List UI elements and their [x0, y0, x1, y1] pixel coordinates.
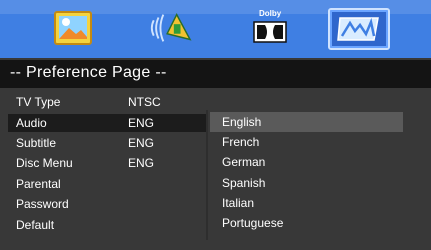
option-italian[interactable]: Italian — [222, 196, 254, 210]
setting-disc-menu-label[interactable]: Disc Menu — [16, 156, 73, 170]
osd-screen: Dolby -- Preference Page -- TV Type NTSC… — [0, 0, 431, 250]
option-portuguese[interactable]: Portuguese — [222, 216, 283, 230]
dolby-label: Dolby — [259, 9, 282, 18]
tab-preference-setup[interactable] — [328, 8, 390, 50]
option-french[interactable]: French — [222, 135, 259, 149]
tab-general-setup[interactable] — [51, 6, 95, 50]
menu-tab-bar: Dolby — [0, 0, 431, 58]
setting-parental-label[interactable]: Parental — [16, 177, 61, 191]
tab-dolby-setup[interactable]: Dolby — [248, 6, 292, 50]
setting-subtitle-label[interactable]: Subtitle — [16, 136, 56, 150]
option-german[interactable]: German — [222, 155, 265, 169]
page-title-bar: -- Preference Page -- — [0, 60, 431, 88]
dolby-icon: Dolby — [250, 9, 290, 47]
setting-tv-type-label[interactable]: TV Type — [16, 95, 60, 109]
column-divider — [206, 110, 208, 240]
page-title: -- Preference Page -- — [10, 64, 167, 81]
setting-password-label[interactable]: Password — [16, 197, 69, 211]
setting-disc-menu-value: ENG — [128, 156, 155, 170]
option-english[interactable]: English — [222, 115, 261, 129]
speaker-icon — [150, 13, 192, 42]
landscape-icon — [54, 11, 92, 45]
setting-audio-value: ENG — [128, 116, 155, 130]
setting-default-label[interactable]: Default — [16, 218, 54, 232]
option-spanish[interactable]: Spanish — [222, 176, 265, 190]
setting-tv-type-value: NTSC — [128, 95, 161, 109]
tab-audio-setup[interactable] — [148, 6, 192, 50]
setting-subtitle-value: ENG — [128, 136, 155, 150]
setting-audio-label[interactable]: Audio — [16, 116, 47, 130]
preference-icon — [337, 17, 379, 41]
